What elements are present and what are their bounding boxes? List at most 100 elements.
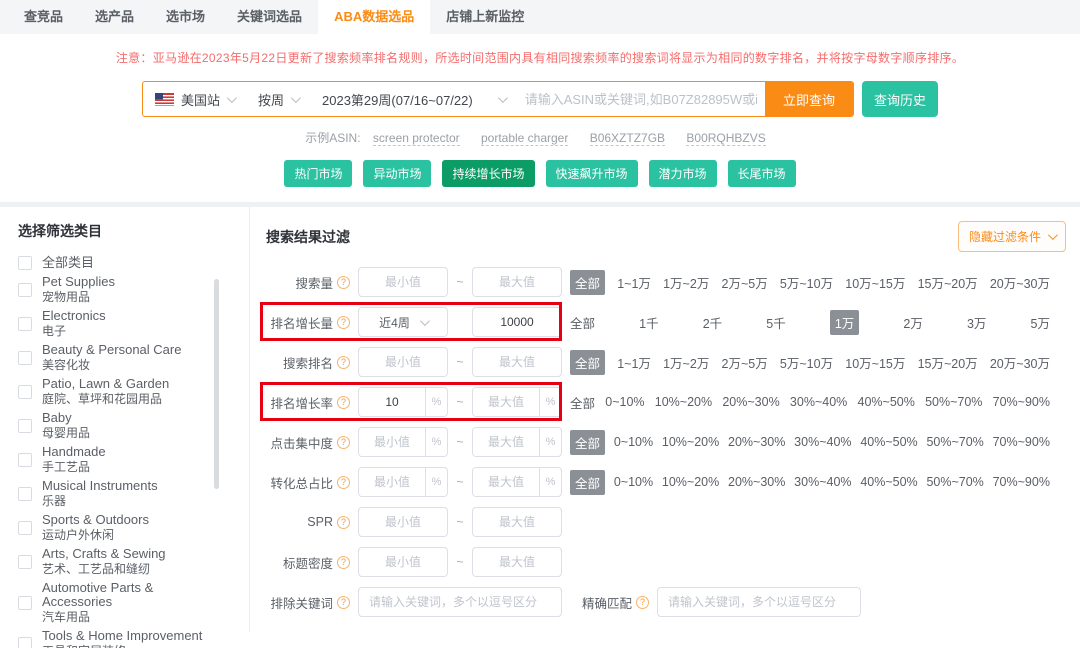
- option[interactable]: 10%~20%: [655, 395, 712, 409]
- example-link[interactable]: B00RQHBZVS: [686, 131, 765, 146]
- max-input[interactable]: [473, 468, 539, 496]
- option[interactable]: 50%~70%: [926, 435, 983, 449]
- min-input[interactable]: [358, 547, 448, 577]
- option[interactable]: 1万~2万: [663, 353, 709, 372]
- checkbox[interactable]: [18, 419, 32, 433]
- option[interactable]: 1~1万: [617, 273, 651, 292]
- option[interactable]: 15万~20万: [918, 273, 978, 292]
- tab-keyword-selection[interactable]: 关键词选品: [221, 0, 318, 34]
- option[interactable]: 30%~40%: [794, 435, 851, 449]
- tag-longtail-market[interactable]: 长尾市场: [728, 160, 796, 187]
- help-icon[interactable]: ?: [337, 276, 350, 289]
- checkbox[interactable]: [18, 351, 32, 365]
- option[interactable]: 1千: [639, 313, 658, 332]
- option[interactable]: 70%~90%: [993, 475, 1050, 489]
- option[interactable]: 2万~5万: [722, 273, 768, 292]
- checkbox[interactable]: [18, 555, 32, 569]
- option[interactable]: 5万~10万: [780, 353, 833, 372]
- option-all[interactable]: 全部: [570, 430, 605, 455]
- query-now-button[interactable]: 立即查询: [765, 81, 853, 117]
- max-input[interactable]: [472, 267, 562, 297]
- option[interactable]: 30%~40%: [794, 475, 851, 489]
- min-input[interactable]: [358, 267, 448, 297]
- option[interactable]: 20%~30%: [722, 395, 779, 409]
- option[interactable]: 20万~30万: [990, 353, 1050, 372]
- option[interactable]: 20%~30%: [728, 475, 785, 489]
- checkbox[interactable]: [18, 385, 32, 399]
- checkbox[interactable]: [18, 596, 32, 610]
- sidebar-item-tools-home-improvement[interactable]: Tools & Home Improvement 工具和家居装修: [18, 629, 223, 648]
- option[interactable]: 10%~20%: [662, 435, 719, 449]
- example-link[interactable]: B06XZTZ7GB: [590, 131, 665, 146]
- option-all[interactable]: 全部: [570, 313, 595, 332]
- help-icon[interactable]: ?: [636, 596, 649, 609]
- max-input[interactable]: [473, 388, 539, 416]
- asin-keyword-input[interactable]: [517, 92, 765, 107]
- site-select[interactable]: 美国站: [143, 90, 246, 109]
- option[interactable]: 15万~20万: [918, 353, 978, 372]
- max-input[interactable]: [472, 507, 562, 537]
- help-icon[interactable]: ?: [337, 396, 350, 409]
- option[interactable]: 50%~70%: [925, 395, 982, 409]
- option[interactable]: 5千: [766, 313, 785, 332]
- sidebar-item-patio-lawn-garden[interactable]: Patio, Lawn & Garden 庭院、草坪和花园用品: [18, 377, 223, 406]
- option[interactable]: 10万~15万: [845, 273, 905, 292]
- help-icon[interactable]: ?: [337, 596, 350, 609]
- option-all[interactable]: 全部: [570, 470, 605, 495]
- sidebar-item-pet-supplies[interactable]: Pet Supplies 宠物用品: [18, 275, 223, 304]
- min-input[interactable]: [359, 428, 425, 456]
- min-input[interactable]: [358, 347, 448, 377]
- option[interactable]: 5万~10万: [780, 273, 833, 292]
- checkbox[interactable]: [18, 637, 32, 648]
- option[interactable]: 2万: [903, 313, 922, 332]
- sidebar-item-musical-instruments[interactable]: Musical Instruments 乐器: [18, 479, 223, 508]
- tag-hot-market[interactable]: 热门市场: [284, 160, 352, 187]
- option[interactable]: 1万~2万: [663, 273, 709, 292]
- option[interactable]: 2万~5万: [722, 353, 768, 372]
- min-input[interactable]: [358, 507, 448, 537]
- example-link[interactable]: portable charger: [481, 131, 568, 146]
- option[interactable]: 40%~50%: [860, 435, 917, 449]
- tab-store-new-monitor[interactable]: 店铺上新监控: [430, 0, 540, 34]
- sidebar-scrollbar[interactable]: [214, 279, 219, 489]
- period-value-select[interactable]: 2023第29周(07/16~07/22): [310, 90, 517, 109]
- option[interactable]: 20%~30%: [728, 435, 785, 449]
- period-dropdown[interactable]: 近4周: [358, 307, 448, 337]
- tab-select-markets[interactable]: 选市场: [150, 0, 221, 34]
- max-input[interactable]: [473, 428, 539, 456]
- sidebar-item-arts-crafts-sewing[interactable]: Arts, Crafts & Sewing 艺术、工艺品和缝纫: [18, 547, 223, 576]
- option[interactable]: 30%~40%: [790, 395, 847, 409]
- sidebar-item-handmade[interactable]: Handmade 手工艺品: [18, 445, 223, 474]
- option[interactable]: 70%~90%: [993, 435, 1050, 449]
- tab-check-competitors[interactable]: 查竞品: [8, 0, 79, 34]
- checkbox[interactable]: [18, 487, 32, 501]
- option[interactable]: 40%~50%: [858, 395, 915, 409]
- help-icon[interactable]: ?: [337, 476, 350, 489]
- exact-match-input[interactable]: [657, 587, 861, 617]
- help-icon[interactable]: ?: [337, 316, 350, 329]
- option[interactable]: 2千: [703, 313, 722, 332]
- sidebar-item-sports-outdoors[interactable]: Sports & Outdoors 运动户外休闲: [18, 513, 223, 542]
- option[interactable]: 1~1万: [617, 353, 651, 372]
- option[interactable]: 0~10%: [614, 475, 653, 489]
- checkbox[interactable]: [18, 317, 32, 331]
- checkbox[interactable]: [18, 283, 32, 297]
- tab-select-products[interactable]: 选产品: [79, 0, 150, 34]
- option[interactable]: 3万: [967, 313, 986, 332]
- exclude-keywords-input[interactable]: [358, 587, 562, 617]
- sidebar-item-all-categories[interactable]: 全部类目: [18, 256, 223, 270]
- option[interactable]: 10万~15万: [845, 353, 905, 372]
- help-icon[interactable]: ?: [337, 556, 350, 569]
- option[interactable]: 0~10%: [605, 395, 644, 409]
- help-icon[interactable]: ?: [337, 356, 350, 369]
- help-icon[interactable]: ?: [337, 516, 350, 529]
- sidebar-item-automotive[interactable]: Automotive Parts & Accessories 汽车用品: [18, 581, 223, 624]
- hide-filters-button[interactable]: 隐藏过滤条件: [958, 221, 1066, 252]
- option[interactable]: 50%~70%: [926, 475, 983, 489]
- option[interactable]: 40%~50%: [860, 475, 917, 489]
- query-history-button[interactable]: 查询历史: [862, 81, 938, 117]
- tag-changing-market[interactable]: 异动市场: [363, 160, 431, 187]
- sidebar-item-baby[interactable]: Baby 母婴用品: [18, 411, 223, 440]
- min-input[interactable]: [359, 388, 425, 416]
- option[interactable]: 5万: [1031, 313, 1050, 332]
